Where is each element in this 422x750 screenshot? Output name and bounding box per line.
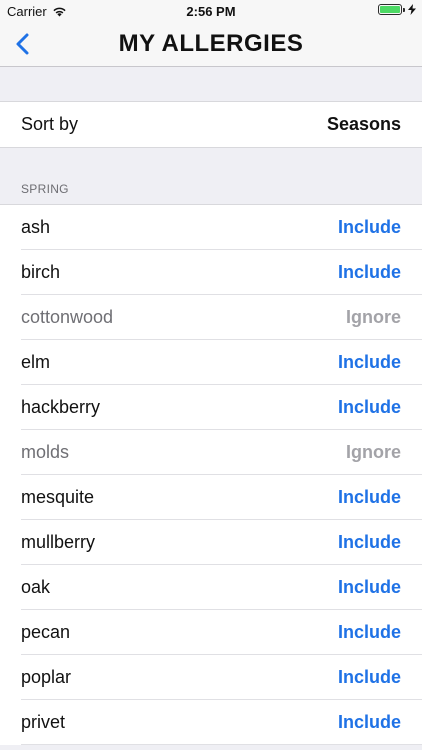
battery-fill <box>380 6 400 13</box>
allergen-status-toggle[interactable]: Ignore <box>346 442 401 463</box>
allergen-status-toggle[interactable]: Include <box>338 262 401 283</box>
allergen-name: birch <box>21 261 61 282</box>
allergen-name: ash <box>21 216 51 237</box>
allergen-status-toggle[interactable]: Include <box>338 397 401 418</box>
allergen-status-toggle[interactable]: Include <box>338 667 401 688</box>
allergy-list: ash Include birch Include cottonwood Ignore el… <box>0 205 422 745</box>
section-spacer <box>0 67 422 102</box>
list-item[interactable]: cottonwood Ignore <box>21 295 422 340</box>
list-item[interactable]: poplar Include <box>21 655 422 700</box>
battery-indicator <box>378 4 416 15</box>
list-item[interactable]: molds Ignore <box>21 430 422 475</box>
status-bar: Carrier 2:56 PM <box>0 0 422 22</box>
list-item[interactable]: ash Include <box>21 205 422 250</box>
allergen-status-toggle[interactable]: Include <box>338 532 401 553</box>
list-item[interactable]: mesquite Include <box>21 475 422 520</box>
list-item[interactable]: oak Include <box>21 565 422 610</box>
status-time: 2:56 PM <box>186 4 236 19</box>
sort-value[interactable]: Seasons <box>327 114 401 135</box>
section-header-label: SPRING <box>21 182 69 196</box>
allergen-name: pecan <box>21 621 71 642</box>
page-title: MY ALLERGIES <box>118 30 304 57</box>
allergen-status-toggle[interactable]: Include <box>338 352 401 373</box>
list-item[interactable]: privet Include <box>21 700 422 745</box>
list-item[interactable]: elm Include <box>21 340 422 385</box>
allergen-name: mullberry <box>21 531 96 552</box>
allergen-name: elm <box>21 351 51 372</box>
charging-bolt-icon <box>408 4 416 15</box>
allergen-name: molds <box>21 441 70 462</box>
allergen-status-toggle[interactable]: Include <box>338 712 401 733</box>
allergen-name: poplar <box>21 666 72 687</box>
allergen-status-toggle[interactable]: Include <box>338 487 401 508</box>
sort-by-row[interactable]: Sort by Seasons <box>0 102 422 148</box>
allergen-name: privet <box>21 711 66 732</box>
allergen-name: hackberry <box>21 396 101 417</box>
allergen-status-toggle[interactable]: Include <box>338 217 401 238</box>
allergen-name: oak <box>21 576 51 597</box>
list-item[interactable]: pecan Include <box>21 610 422 655</box>
section-header: SPRING <box>0 148 422 205</box>
sort-by-label: Sort by <box>21 114 79 134</box>
list-item[interactable]: hackberry Include <box>21 385 422 430</box>
allergen-name: cottonwood <box>21 306 114 327</box>
allergen-status-toggle[interactable]: Include <box>338 622 401 643</box>
list-item[interactable]: birch Include <box>21 250 422 295</box>
allergen-status-toggle[interactable]: Include <box>338 577 401 598</box>
navigation-bar: MY ALLERGIES <box>0 22 422 67</box>
allergen-status-toggle[interactable]: Ignore <box>346 307 401 328</box>
battery-icon <box>378 4 405 15</box>
allergen-name: mesquite <box>21 486 95 507</box>
list-item[interactable]: mullberry Include <box>21 520 422 565</box>
